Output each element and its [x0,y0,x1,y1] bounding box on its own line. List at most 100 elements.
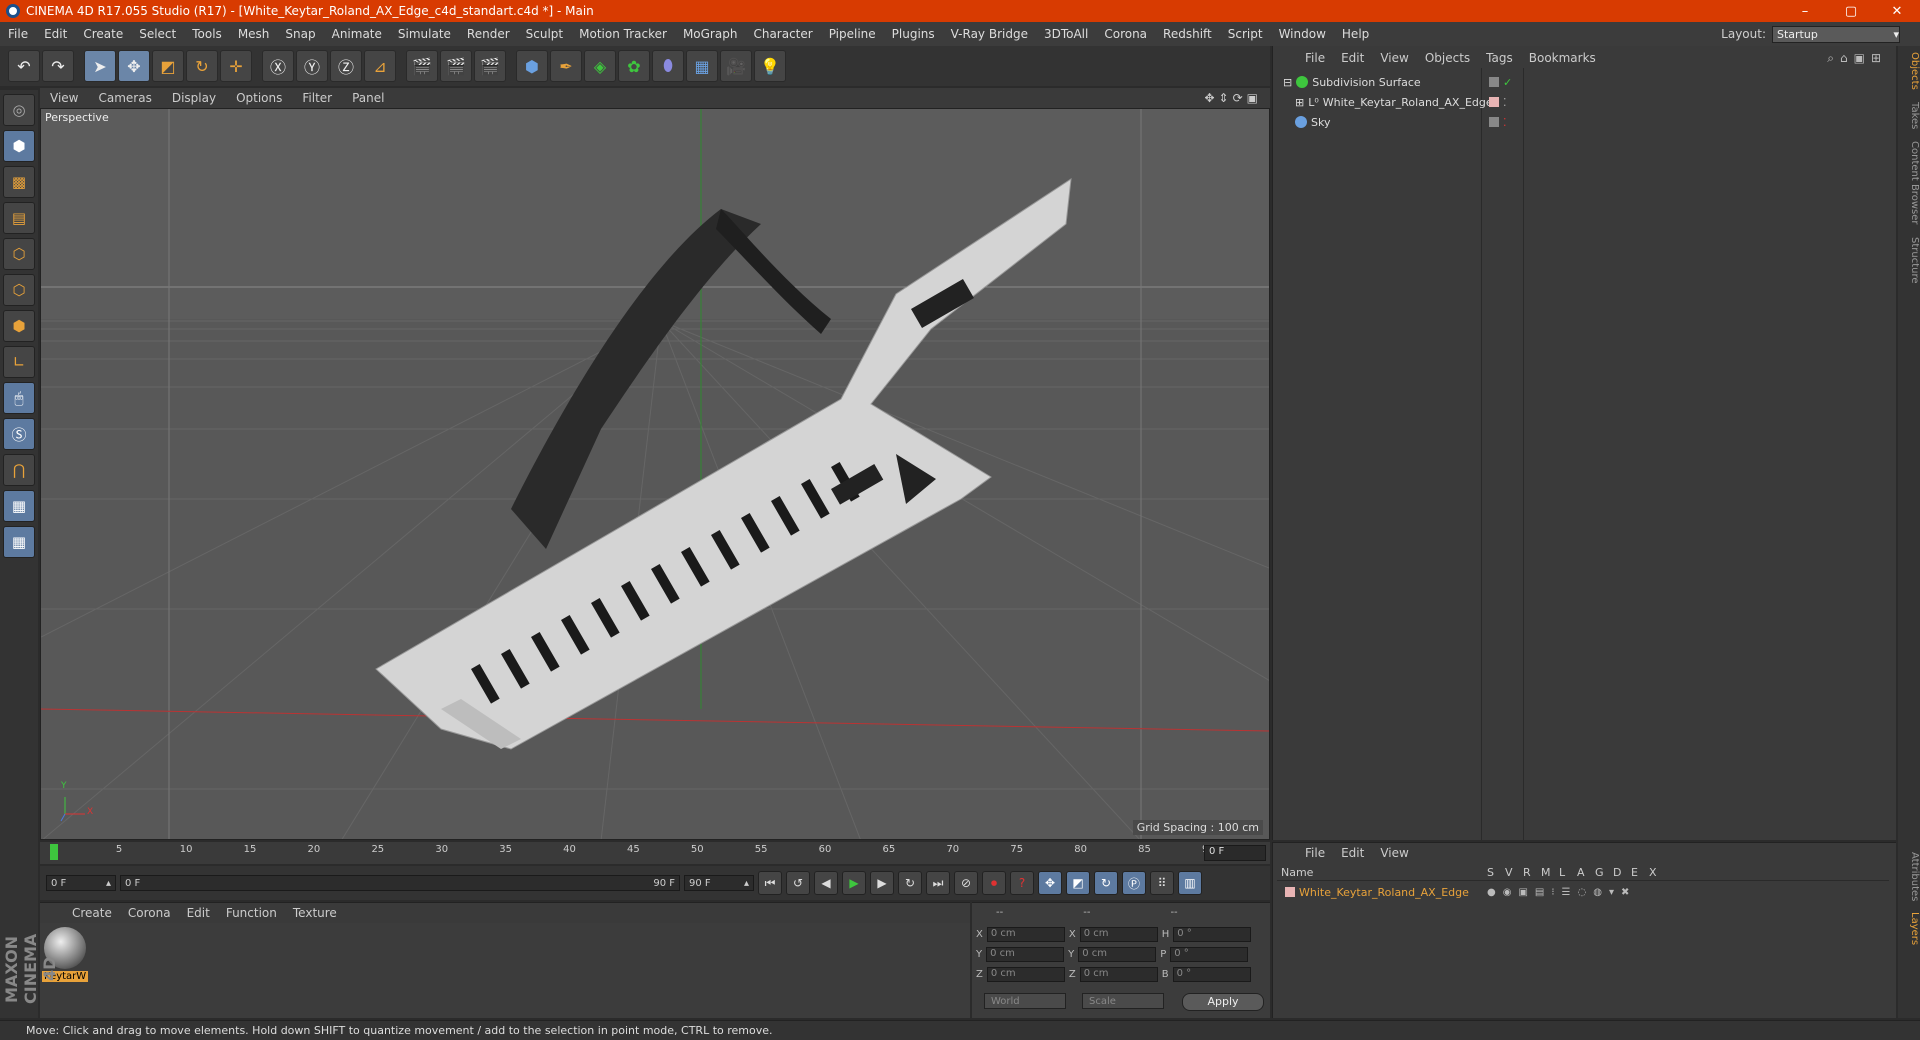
menu-pipeline[interactable]: Pipeline [821,27,884,41]
coordinate-system-button[interactable]: ⊿ [364,50,396,82]
size-y-field[interactable]: 0 cm [1078,947,1157,962]
keyframe-selection-button[interactable]: ? [1010,871,1034,895]
menu-snap[interactable]: Snap [277,27,323,41]
objects-menu-objects[interactable]: Objects [1417,51,1478,65]
viewport-menu-options[interactable]: Options [226,91,292,105]
tab-attributes[interactable]: Attributes [1898,846,1920,907]
menu-sculpt[interactable]: Sculpt [518,27,571,41]
texture-mode-button[interactable]: ▩ [3,166,35,198]
menu-animate[interactable]: Animate [324,27,390,41]
objects-menu-file[interactable]: File [1297,51,1333,65]
pen-spline-button[interactable]: ✒ [550,50,582,82]
position-x-field[interactable]: 0 cm [986,927,1065,942]
snap-button[interactable]: Ⓢ [3,418,35,450]
workplane-mode-button[interactable]: ▤ [3,202,35,234]
menu-simulate[interactable]: Simulate [390,27,459,41]
menu-create[interactable]: Create [75,27,131,41]
perspective-viewport[interactable]: Perspective Y X Grid Spacing : 100 cm [40,108,1270,840]
undo-button[interactable]: ↶ [8,50,40,82]
redo-button[interactable]: ↷ [42,50,74,82]
next-key-button[interactable]: ↻ [898,871,922,895]
subdivision-button[interactable]: ◈ [584,50,616,82]
expand-icon[interactable]: ⊞ [1295,96,1304,109]
light-button[interactable]: 💡 [754,50,786,82]
move-tool-button[interactable]: ✥ [118,50,150,82]
rotation-b-field[interactable]: 0 ° [1172,967,1251,982]
object-row[interactable]: ⊟ Subdivision Surface ✓ [1277,72,1889,92]
objects-menu-edit[interactable]: Edit [1333,51,1372,65]
tab-structure[interactable]: Structure [1898,231,1920,290]
play-button[interactable]: ▶ [842,871,866,895]
layers-menu-file[interactable]: File [1297,846,1333,860]
go-to-start-button[interactable]: ⏮ [758,871,782,895]
objects-menu-view[interactable]: View [1372,51,1416,65]
material-menu-function[interactable]: Function [218,906,285,920]
viewport-menu-cameras[interactable]: Cameras [88,91,161,105]
viewport-menu-display[interactable]: Display [162,91,226,105]
rotate-tool-button[interactable]: ↻ [186,50,218,82]
size-x-field[interactable]: 0 cm [1079,927,1158,942]
record-keys-button[interactable]: ⊘ [954,871,978,895]
previous-frame-button[interactable]: ◀ [814,871,838,895]
tab-objects[interactable]: Objects [1898,46,1920,96]
objects-menu-bookmarks[interactable]: Bookmarks [1521,51,1604,65]
menu-help[interactable]: Help [1334,27,1377,41]
autokey-button[interactable]: ⏺ [982,871,1006,895]
material-menu-create[interactable]: Create [64,906,120,920]
polygons-mode-button[interactable]: ⬢ [3,310,35,342]
previous-key-button[interactable]: ↺ [786,871,810,895]
material-menu-corona[interactable]: Corona [120,906,179,920]
menu-plugins[interactable]: Plugins [884,27,943,41]
collapse-icon[interactable]: ⊟ [1283,76,1292,89]
layers-menu-view[interactable]: View [1372,846,1416,860]
viewport-menu-filter[interactable]: Filter [292,91,342,105]
object-manager-search-home-icons[interactable]: ⌕⌂▣⊞ [1827,51,1897,66]
menu-script[interactable]: Script [1220,27,1271,41]
rotation-p-field[interactable]: 0 ° [1170,947,1249,962]
menu-corona[interactable]: Corona [1096,27,1155,41]
points-mode-button[interactable]: ⬡ [3,238,35,270]
maximize-button[interactable]: ▢ [1828,4,1874,19]
key-rotation-button[interactable]: ↻ [1094,871,1118,895]
menu-mesh[interactable]: Mesh [230,27,278,41]
coordinate-mode-dropdown[interactable]: Scale [1082,993,1164,1009]
axis-mode-button[interactable]: ∟ [3,346,35,378]
viewport-menu-view[interactable]: View [40,91,88,105]
layout-dropdown[interactable]: Startup ▾ [1772,25,1900,43]
enabled-check-icon[interactable]: ✓ [1503,76,1512,89]
menu-motion-tracker[interactable]: Motion Tracker [571,27,675,41]
visibility-dots-icon[interactable]: ⁚ [1503,96,1507,109]
magnet-button[interactable]: ⋂ [3,454,35,486]
size-z-field[interactable]: 0 cm [1079,967,1158,982]
frame-range-slider[interactable]: 0 F 90 F [120,875,680,891]
menu-character[interactable]: Character [745,27,820,41]
viewport-nav-icons[interactable]: ✥⇕⟳▣ [1204,91,1270,105]
deformer-button[interactable]: ⬮ [652,50,684,82]
cloner-button[interactable]: ✿ [618,50,650,82]
position-y-field[interactable]: 0 cm [986,947,1065,962]
rotation-h-field[interactable]: 0 ° [1173,927,1252,942]
live-selection-button[interactable]: ➤ [84,50,116,82]
menu-render[interactable]: Render [459,27,518,41]
key-parameter-button[interactable]: Ⓟ [1122,871,1146,895]
material-menu-edit[interactable]: Edit [179,906,218,920]
render-picture-viewer-button[interactable]: 🎬 [440,50,472,82]
make-editable-button[interactable]: ◎ [3,94,35,126]
apply-button[interactable]: Apply [1182,993,1264,1011]
transform-tool-button[interactable]: ✛ [220,50,252,82]
current-frame-field[interactable]: 0 F [1204,845,1266,861]
layers-menu-edit[interactable]: Edit [1333,846,1372,860]
menu-tools[interactable]: Tools [184,27,230,41]
layer-color-swatch[interactable] [1285,887,1295,897]
coordinate-space-dropdown[interactable]: World [984,993,1066,1009]
key-position-button[interactable]: ✥ [1038,871,1062,895]
go-to-end-button[interactable]: ⏭ [926,871,950,895]
planar-workplane-button[interactable]: ▦ [3,526,35,558]
z-axis-lock-button[interactable]: Ⓩ [330,50,362,82]
menu-vray-bridge[interactable]: V-Ray Bridge [943,27,1036,41]
render-settings-button[interactable]: 🎬 [474,50,506,82]
tab-takes[interactable]: Takes [1898,96,1920,135]
viewport-menu-panel[interactable]: Panel [342,91,394,105]
position-z-field[interactable]: 0 cm [986,967,1065,982]
tab-content-browser[interactable]: Content Browser [1898,135,1920,230]
